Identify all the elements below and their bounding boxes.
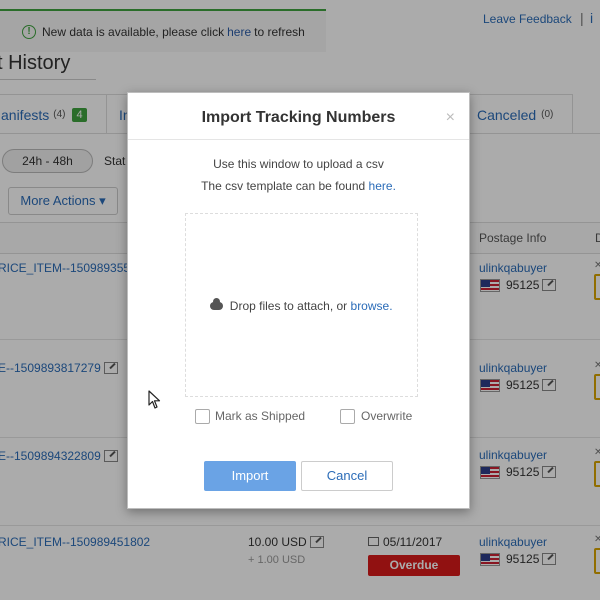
mark-as-shipped-checkbox[interactable] — [195, 409, 210, 424]
upload-instructions: Use this window to upload a csv — [213, 157, 384, 171]
import-tracking-modal: Import Tracking Numbers × Use this windo… — [127, 92, 470, 509]
browse-link[interactable]: browse. — [351, 299, 393, 313]
app-root: ! New data is available, please click he… — [0, 0, 600, 600]
dropzone-text: Drop files to attach, or browse. — [186, 298, 417, 313]
import-button[interactable]: Import — [204, 461, 296, 491]
cancel-button[interactable]: Cancel — [301, 461, 393, 491]
close-icon[interactable]: × — [446, 109, 455, 127]
overwrite-label[interactable]: Overwrite — [361, 409, 412, 423]
modal-title: Import Tracking Numbers — [201, 109, 396, 126]
mark-as-shipped-label[interactable]: Mark as Shipped — [215, 409, 305, 423]
cloud-upload-icon — [210, 298, 224, 310]
modal-header: Import Tracking Numbers × — [128, 93, 469, 140]
overwrite-checkbox[interactable] — [340, 409, 355, 424]
mouse-cursor-icon — [148, 390, 161, 409]
template-link[interactable]: here. — [369, 179, 396, 193]
template-instructions: The csv template can be found here. — [201, 179, 396, 193]
file-dropzone[interactable]: Drop files to attach, or browse. — [185, 213, 418, 397]
